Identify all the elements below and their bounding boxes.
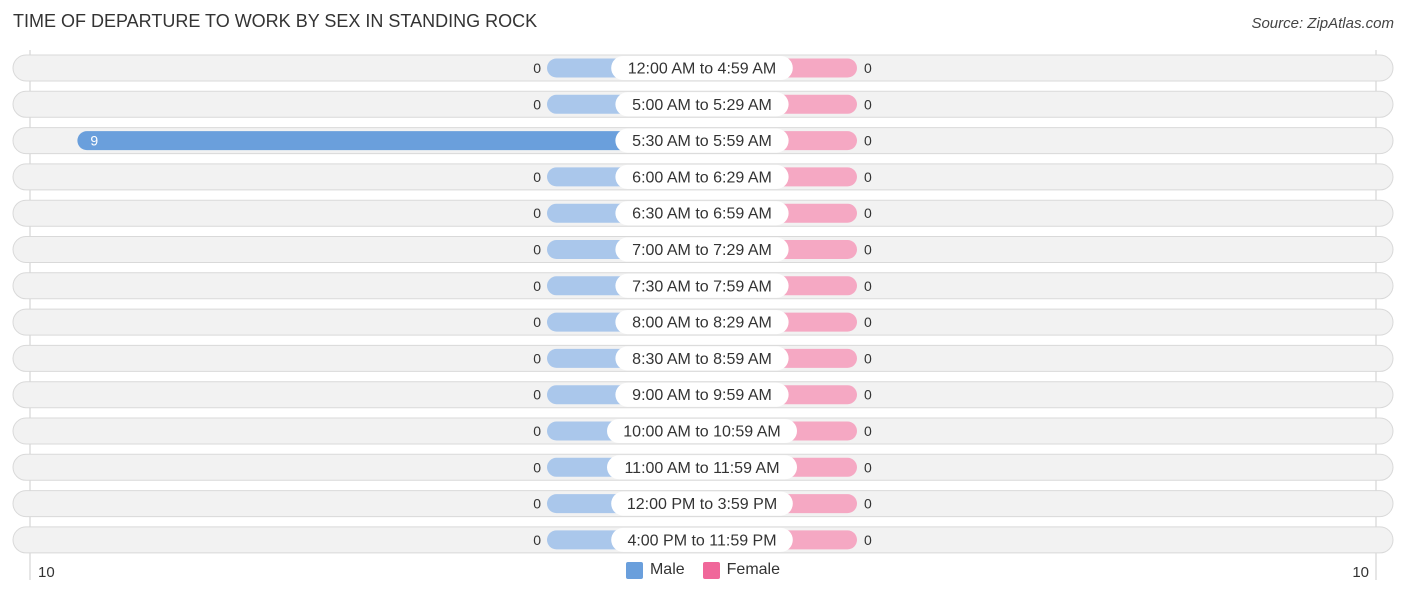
category-label: 7:30 AM to 7:59 AM <box>632 278 772 295</box>
table-row: 4:00 PM to 11:59 PM 0 0 <box>12 526 1394 554</box>
table-row: 12:00 PM to 3:59 PM 0 0 <box>12 490 1394 518</box>
category-label: 5:00 AM to 5:29 AM <box>632 97 772 114</box>
table-row: 6:00 AM to 6:29 AM 0 0 <box>12 163 1394 191</box>
female-value-label: 0 <box>864 496 872 512</box>
table-row: 9:00 AM to 9:59 AM 0 0 <box>12 381 1394 409</box>
female-value-label: 0 <box>864 96 872 112</box>
legend-item-male[interactable]: Male <box>625 561 685 579</box>
chart-rows: 12:00 AM to 4:59 AM 0 0 5:00 AM to 5:29 AM 0… <box>12 50 1394 580</box>
category-label: 7:00 AM to 7:29 AM <box>632 242 772 259</box>
table-row: 8:00 AM to 8:29 AM 0 0 <box>12 308 1394 336</box>
male-value-label: 0 <box>533 278 541 294</box>
table-row: 7:00 AM to 7:29 AM 0 0 <box>12 236 1394 263</box>
category-label: 9:00 AM to 9:59 AM <box>632 387 772 404</box>
category-label: 8:30 AM to 8:59 AM <box>632 351 772 368</box>
category-label: 11:00 AM to 11:59 AM <box>624 460 779 477</box>
male-value-label: 0 <box>533 496 541 512</box>
female-value-label: 0 <box>864 278 872 294</box>
table-row: 11:00 AM to 11:59 AM 0 0 <box>12 453 1394 481</box>
female-value-label: 0 <box>864 532 872 548</box>
chart: 12:00 AM to 4:59 AM 0 0 5:00 AM to 5:29 AM 0… <box>12 50 1394 581</box>
legend-label-male: Male <box>649 561 685 578</box>
male-value-label: 9 <box>90 133 98 149</box>
category-label: 12:00 PM to 3:59 PM <box>627 496 777 513</box>
table-row: 5:30 AM to 5:59 AM 9 0 <box>12 127 1394 155</box>
male-value-label: 0 <box>533 423 541 439</box>
legend-label-female: Female <box>726 561 781 578</box>
female-value-label: 0 <box>864 133 872 149</box>
male-value-label: 0 <box>533 350 541 366</box>
category-label: 6:00 AM to 6:29 AM <box>632 169 772 186</box>
table-row: 7:30 AM to 7:59 AM 0 0 <box>12 272 1394 300</box>
male-value-label: 0 <box>533 60 541 76</box>
category-label: 4:00 PM to 11:59 PM <box>627 532 776 549</box>
female-value-label: 0 <box>864 387 872 403</box>
category-label: 12:00 AM to 4:59 AM <box>628 61 777 78</box>
category-label: 8:00 AM to 8:29 AM <box>632 315 772 332</box>
male-value-label: 0 <box>533 205 541 221</box>
male-value-label: 0 <box>533 242 541 258</box>
female-value-label: 0 <box>864 459 872 475</box>
legend-swatch-male <box>625 561 643 579</box>
female-value-label: 0 <box>864 242 872 258</box>
category-label: 6:30 AM to 6:59 AM <box>632 206 772 223</box>
category-label: 5:30 AM to 5:59 AM <box>632 133 772 150</box>
category-label: 10:00 AM to 10:59 AM <box>623 424 780 441</box>
legend: Male Female <box>0 561 1406 579</box>
table-row: 5:00 AM to 5:29 AM 0 0 <box>12 90 1394 118</box>
female-value-label: 0 <box>864 423 872 439</box>
table-row: 10:00 AM to 10:59 AM 0 0 <box>12 417 1394 445</box>
female-value-label: 0 <box>864 169 872 185</box>
female-value-label: 0 <box>864 314 872 330</box>
male-bar[interactable] <box>77 131 702 151</box>
female-value-label: 0 <box>864 350 872 366</box>
legend-item-female[interactable]: Female <box>702 561 781 579</box>
male-value-label: 0 <box>533 532 541 548</box>
female-value-label: 0 <box>864 205 872 221</box>
legend-swatch-female <box>702 561 720 579</box>
table-row: 6:30 AM to 6:59 AM 0 0 <box>12 199 1394 227</box>
male-value-label: 0 <box>533 314 541 330</box>
male-value-label: 0 <box>533 169 541 185</box>
table-row: 8:30 AM to 8:59 AM 0 0 <box>12 344 1394 372</box>
table-row: 12:00 AM to 4:59 AM 0 0 <box>12 54 1394 82</box>
male-value-label: 0 <box>533 387 541 403</box>
male-value-label: 0 <box>533 96 541 112</box>
female-value-label: 0 <box>864 60 872 76</box>
male-value-label: 0 <box>533 459 541 475</box>
